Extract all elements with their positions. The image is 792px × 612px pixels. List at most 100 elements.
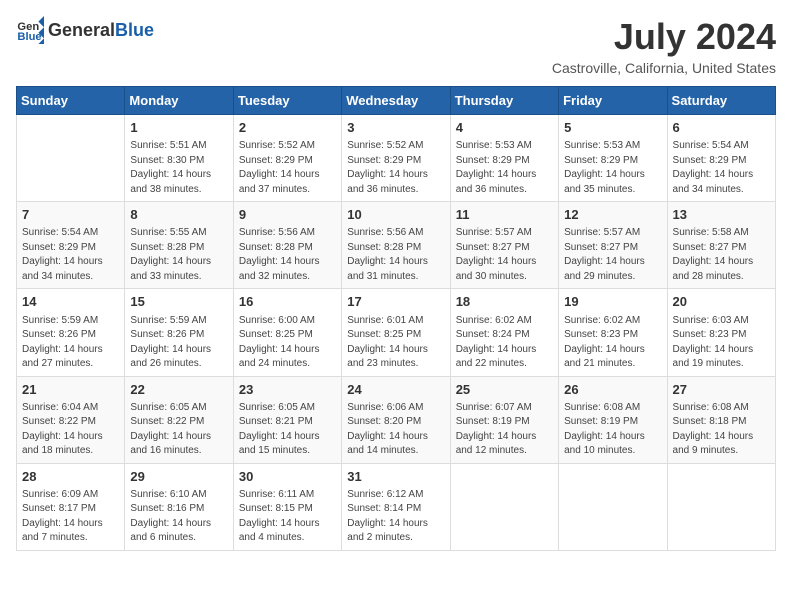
calendar-cell: 23 Sunrise: 6:05 AM Sunset: 8:21 PM Dayli… bbox=[233, 376, 341, 463]
day-number: 8 bbox=[130, 206, 227, 224]
weekday-thursday: Thursday bbox=[450, 87, 558, 115]
cell-content: Sunrise: 5:51 AM Sunset: 8:30 PM Dayligh… bbox=[130, 139, 227, 197]
header: Gen Blue GeneralBlue July 2024 Castrovil… bbox=[16, 16, 776, 76]
calendar-cell: 25 Sunrise: 6:07 AM Sunset: 8:19 PM Dayli… bbox=[450, 376, 558, 463]
calendar-cell: 17 Sunrise: 6:01 AM Sunset: 8:25 PM Dayli… bbox=[342, 289, 450, 376]
day-number: 12 bbox=[564, 206, 661, 224]
cell-content: Sunrise: 6:06 AM Sunset: 8:20 PM Dayligh… bbox=[347, 401, 444, 459]
cell-content: Sunrise: 6:03 AM Sunset: 8:23 PM Dayligh… bbox=[673, 314, 770, 372]
calendar-cell: 19 Sunrise: 6:02 AM Sunset: 8:23 PM Dayli… bbox=[559, 289, 667, 376]
calendar-cell bbox=[559, 463, 667, 550]
cell-content: Sunrise: 5:52 AM Sunset: 8:29 PM Dayligh… bbox=[347, 139, 444, 197]
cell-content: Sunrise: 6:00 AM Sunset: 8:25 PM Dayligh… bbox=[239, 314, 336, 372]
day-number: 26 bbox=[564, 381, 661, 399]
cell-content: Sunrise: 5:58 AM Sunset: 8:27 PM Dayligh… bbox=[673, 226, 770, 284]
day-number: 6 bbox=[673, 119, 770, 137]
calendar-cell: 7 Sunrise: 5:54 AM Sunset: 8:29 PM Daylig… bbox=[17, 202, 125, 289]
svg-text:Blue: Blue bbox=[17, 31, 41, 43]
calendar-cell: 12 Sunrise: 5:57 AM Sunset: 8:27 PM Dayli… bbox=[559, 202, 667, 289]
calendar-cell: 30 Sunrise: 6:11 AM Sunset: 8:15 PM Dayli… bbox=[233, 463, 341, 550]
cell-content: Sunrise: 5:54 AM Sunset: 8:29 PM Dayligh… bbox=[22, 226, 119, 284]
calendar-cell: 2 Sunrise: 5:52 AM Sunset: 8:29 PM Daylig… bbox=[233, 115, 341, 202]
day-number: 9 bbox=[239, 206, 336, 224]
calendar-cell: 4 Sunrise: 5:53 AM Sunset: 8:29 PM Daylig… bbox=[450, 115, 558, 202]
day-number: 3 bbox=[347, 119, 444, 137]
calendar-header-row: Sunday Monday Tuesday Wednesday Thursday… bbox=[17, 87, 776, 115]
calendar-table: Sunday Monday Tuesday Wednesday Thursday… bbox=[16, 86, 776, 551]
calendar-cell: 31Sunrise: 6:12 AM Sunset: 8:14 PM Dayli… bbox=[342, 463, 450, 550]
cell-content: Sunrise: 6:07 AM Sunset: 8:19 PM Dayligh… bbox=[456, 401, 553, 459]
day-number: 10 bbox=[347, 206, 444, 224]
cell-content: Sunrise: 5:59 AM Sunset: 8:26 PM Dayligh… bbox=[22, 314, 119, 372]
calendar-cell: 21Sunrise: 6:04 AM Sunset: 8:22 PM Dayli… bbox=[17, 376, 125, 463]
day-number: 16 bbox=[239, 293, 336, 311]
cell-content: Sunrise: 5:53 AM Sunset: 8:29 PM Dayligh… bbox=[456, 139, 553, 197]
calendar-cell: 24 Sunrise: 6:06 AM Sunset: 8:20 PM Dayli… bbox=[342, 376, 450, 463]
day-number: 2 bbox=[239, 119, 336, 137]
calendar-cell: 15 Sunrise: 5:59 AM Sunset: 8:26 PM Dayli… bbox=[125, 289, 233, 376]
day-number: 7 bbox=[22, 206, 119, 224]
day-number: 20 bbox=[673, 293, 770, 311]
calendar-cell: 5Sunrise: 5:53 AM Sunset: 8:29 PM Daylig… bbox=[559, 115, 667, 202]
day-number: 30 bbox=[239, 468, 336, 486]
logo-icon: Gen Blue bbox=[16, 16, 44, 44]
cell-content: Sunrise: 6:05 AM Sunset: 8:21 PM Dayligh… bbox=[239, 401, 336, 459]
cell-content: Sunrise: 6:02 AM Sunset: 8:23 PM Dayligh… bbox=[564, 314, 661, 372]
day-number: 31 bbox=[347, 468, 444, 486]
calendar-cell: 18 Sunrise: 6:02 AM Sunset: 8:24 PM Dayli… bbox=[450, 289, 558, 376]
calendar-cell: 14 Sunrise: 5:59 AM Sunset: 8:26 PM Dayli… bbox=[17, 289, 125, 376]
calendar-cell: 27 Sunrise: 6:08 AM Sunset: 8:18 PM Dayli… bbox=[667, 376, 775, 463]
weekday-friday: Friday bbox=[559, 87, 667, 115]
day-number: 4 bbox=[456, 119, 553, 137]
day-number: 15 bbox=[130, 293, 227, 311]
day-number: 18 bbox=[456, 293, 553, 311]
cell-content: Sunrise: 5:57 AM Sunset: 8:27 PM Dayligh… bbox=[456, 226, 553, 284]
calendar-cell: 13Sunrise: 5:58 AM Sunset: 8:27 PM Dayli… bbox=[667, 202, 775, 289]
calendar-cell: 1 Sunrise: 5:51 AM Sunset: 8:30 PM Daylig… bbox=[125, 115, 233, 202]
calendar-cell: 16 Sunrise: 6:00 AM Sunset: 8:25 PM Dayli… bbox=[233, 289, 341, 376]
calendar-week-row: 14 Sunrise: 5:59 AM Sunset: 8:26 PM Dayli… bbox=[17, 289, 776, 376]
weekday-tuesday: Tuesday bbox=[233, 87, 341, 115]
day-number: 17 bbox=[347, 293, 444, 311]
calendar-cell: 10Sunrise: 5:56 AM Sunset: 8:28 PM Dayli… bbox=[342, 202, 450, 289]
calendar-cell: 8Sunrise: 5:55 AM Sunset: 8:28 PM Daylig… bbox=[125, 202, 233, 289]
day-number: 19 bbox=[564, 293, 661, 311]
cell-content: Sunrise: 6:10 AM Sunset: 8:16 PM Dayligh… bbox=[130, 488, 227, 546]
day-number: 27 bbox=[673, 381, 770, 399]
cell-content: Sunrise: 5:54 AM Sunset: 8:29 PM Dayligh… bbox=[673, 139, 770, 197]
weekday-saturday: Saturday bbox=[667, 87, 775, 115]
day-number: 5 bbox=[564, 119, 661, 137]
day-number: 29 bbox=[130, 468, 227, 486]
calendar-cell bbox=[450, 463, 558, 550]
cell-content: Sunrise: 6:08 AM Sunset: 8:18 PM Dayligh… bbox=[673, 401, 770, 459]
calendar-cell bbox=[667, 463, 775, 550]
calendar-cell bbox=[17, 115, 125, 202]
logo-general-text: General bbox=[48, 20, 115, 41]
logo-blue-text: Blue bbox=[115, 20, 154, 41]
title-area: July 2024 Castroville, California, Unite… bbox=[552, 16, 776, 76]
cell-content: Sunrise: 6:02 AM Sunset: 8:24 PM Dayligh… bbox=[456, 314, 553, 372]
calendar-cell: 3 Sunrise: 5:52 AM Sunset: 8:29 PM Daylig… bbox=[342, 115, 450, 202]
calendar-cell: 9 Sunrise: 5:56 AM Sunset: 8:28 PM Daylig… bbox=[233, 202, 341, 289]
calendar-week-row: 1 Sunrise: 5:51 AM Sunset: 8:30 PM Daylig… bbox=[17, 115, 776, 202]
day-number: 22 bbox=[130, 381, 227, 399]
cell-content: Sunrise: 6:11 AM Sunset: 8:15 PM Dayligh… bbox=[239, 488, 336, 546]
day-number: 24 bbox=[347, 381, 444, 399]
weekday-sunday: Sunday bbox=[17, 87, 125, 115]
day-number: 23 bbox=[239, 381, 336, 399]
day-number: 14 bbox=[22, 293, 119, 311]
day-number: 25 bbox=[456, 381, 553, 399]
day-number: 1 bbox=[130, 119, 227, 137]
cell-content: Sunrise: 5:56 AM Sunset: 8:28 PM Dayligh… bbox=[239, 226, 336, 284]
cell-content: Sunrise: 6:01 AM Sunset: 8:25 PM Dayligh… bbox=[347, 314, 444, 372]
cell-content: Sunrise: 5:59 AM Sunset: 8:26 PM Dayligh… bbox=[130, 314, 227, 372]
calendar-cell: 29 Sunrise: 6:10 AM Sunset: 8:16 PM Dayli… bbox=[125, 463, 233, 550]
logo: Gen Blue GeneralBlue bbox=[16, 16, 154, 44]
calendar-cell: 11Sunrise: 5:57 AM Sunset: 8:27 PM Dayli… bbox=[450, 202, 558, 289]
calendar-week-row: 7 Sunrise: 5:54 AM Sunset: 8:29 PM Daylig… bbox=[17, 202, 776, 289]
location-text: Castroville, California, United States bbox=[552, 60, 776, 76]
cell-content: Sunrise: 5:57 AM Sunset: 8:27 PM Dayligh… bbox=[564, 226, 661, 284]
calendar-cell: 20 Sunrise: 6:03 AM Sunset: 8:23 PM Dayli… bbox=[667, 289, 775, 376]
cell-content: Sunrise: 5:52 AM Sunset: 8:29 PM Dayligh… bbox=[239, 139, 336, 197]
day-number: 28 bbox=[22, 468, 119, 486]
